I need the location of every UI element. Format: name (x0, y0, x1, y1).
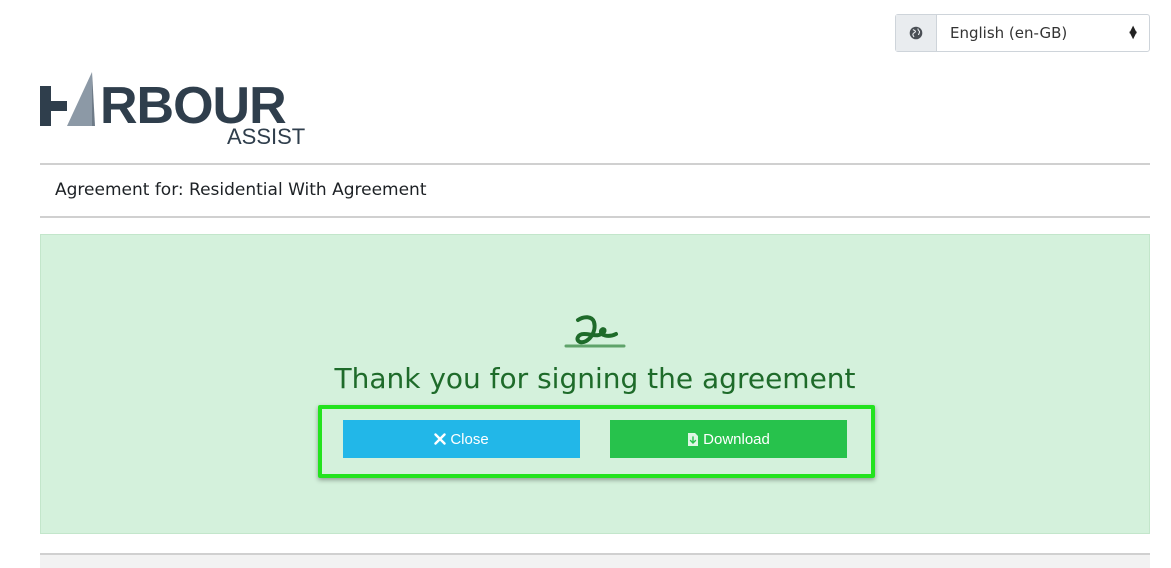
harbour-assist-logo: RBOUR ASSIST (40, 70, 305, 152)
agreement-title: Agreement for: Residential With Agreemen… (55, 180, 427, 200)
language-selector[interactable]: English (en-GB) ▲ ▼ (895, 14, 1150, 52)
close-button[interactable]: Close (343, 420, 580, 458)
download-button[interactable]: Download (610, 420, 847, 458)
page: English (en-GB) ▲ ▼ RBOUR ASSIST Agreemen… (0, 0, 1171, 568)
logo-subtitle: ASSIST (227, 124, 306, 149)
success-message: Thank you for signing the agreement (334, 362, 856, 395)
close-button-label: Close (450, 430, 489, 448)
signature-icon (564, 315, 626, 348)
download-button-label: Download (703, 430, 770, 448)
close-icon (434, 433, 447, 445)
globe-icon (896, 15, 937, 51)
select-caret-icon: ▲ ▼ (1129, 24, 1137, 41)
download-file-icon (687, 432, 699, 447)
footer-strip (40, 555, 1150, 568)
header-divider-bottom (40, 216, 1150, 218)
header-divider-top (40, 163, 1150, 165)
language-select[interactable]: English (en-GB) ▲ ▼ (937, 15, 1149, 51)
language-selected-value: English (en-GB) (950, 24, 1068, 42)
